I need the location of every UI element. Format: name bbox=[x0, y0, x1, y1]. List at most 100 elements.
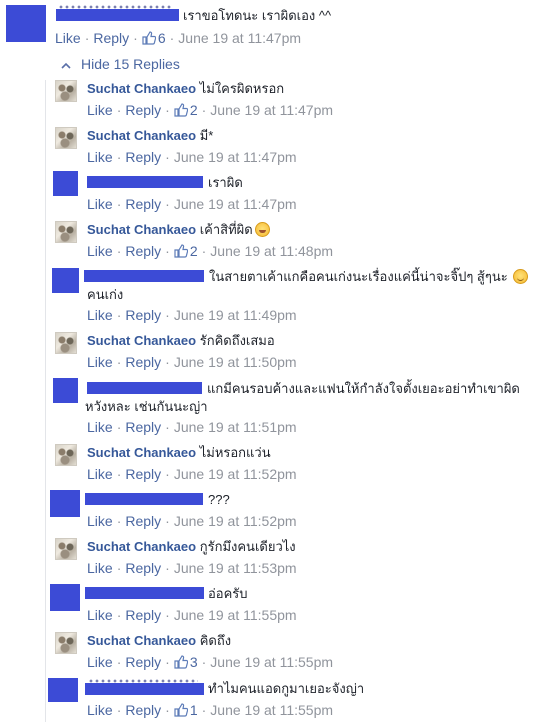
reply-body: Suchat Chankaeo ไม่หรอกแว่น bbox=[87, 444, 271, 461]
reply-button[interactable]: Reply bbox=[125, 101, 161, 119]
avatar[interactable] bbox=[50, 584, 80, 611]
reply-button[interactable]: Reply bbox=[125, 512, 161, 530]
like-button[interactable]: Like bbox=[87, 306, 113, 324]
redacted-author-name[interactable] bbox=[87, 176, 203, 188]
reply-button[interactable]: Reply bbox=[125, 465, 161, 483]
like-count[interactable]: 2 bbox=[190, 101, 198, 119]
timestamp[interactable]: June 19 at 11:55pm bbox=[210, 701, 333, 719]
reply-button[interactable]: Reply bbox=[125, 306, 161, 324]
like-button[interactable]: Like bbox=[87, 606, 113, 624]
like-button[interactable]: Like bbox=[87, 418, 113, 436]
avatar[interactable] bbox=[6, 5, 46, 42]
reply-button[interactable]: Reply bbox=[125, 653, 161, 671]
avatar[interactable] bbox=[55, 221, 77, 243]
timestamp[interactable]: June 19 at 11:53pm bbox=[174, 559, 297, 577]
reply-button[interactable]: Reply bbox=[125, 353, 161, 371]
timestamp[interactable]: June 19 at 11:47pm bbox=[174, 148, 297, 166]
timestamp[interactable]: June 19 at 11:55pm bbox=[174, 606, 297, 624]
comment-text: อ่อครับ bbox=[208, 586, 248, 601]
comment-text: เค้าสิที่ผิด bbox=[199, 222, 253, 237]
author-name[interactable]: Suchat Chankaeo bbox=[87, 445, 196, 460]
author-name[interactable]: Suchat Chankaeo bbox=[87, 128, 196, 143]
avatar[interactable] bbox=[52, 268, 79, 293]
redacted-author-name[interactable] bbox=[56, 9, 179, 21]
timestamp[interactable]: June 19 at 11:49pm bbox=[174, 306, 297, 324]
comment-meta: Like · Reply · 2 · June 19 at 11:47pm bbox=[87, 101, 334, 119]
comment-meta: Like · Reply · June 19 at 11:49pm bbox=[87, 306, 297, 324]
crying-face-emoji-icon bbox=[254, 222, 270, 237]
like-button[interactable]: Like bbox=[87, 465, 113, 483]
reply-body: Suchat Chankaeo ไม่ใครผิดหรอก bbox=[87, 80, 284, 97]
timestamp[interactable]: June 19 at 11:50pm bbox=[174, 353, 297, 371]
reply-button[interactable]: Reply bbox=[125, 418, 161, 436]
like-button[interactable]: Like bbox=[87, 701, 113, 719]
author-name[interactable]: Suchat Chankaeo bbox=[87, 633, 196, 648]
reply-button[interactable]: Reply bbox=[125, 559, 161, 577]
comment-text: เราขอโทดนะ เราผิดเอง ^^ bbox=[183, 8, 332, 23]
author-name[interactable]: Suchat Chankaeo bbox=[87, 333, 196, 348]
like-button[interactable]: Like bbox=[87, 653, 113, 671]
thread-line bbox=[45, 80, 46, 722]
like-count[interactable]: 3 bbox=[190, 653, 198, 671]
avatar[interactable] bbox=[55, 538, 77, 560]
author-name[interactable]: Suchat Chankaeo bbox=[87, 81, 196, 96]
avatar[interactable] bbox=[53, 378, 78, 403]
like-count[interactable]: 6 bbox=[158, 29, 166, 47]
like-count[interactable]: 2 bbox=[190, 242, 198, 260]
timestamp[interactable]: June 19 at 11:52pm bbox=[174, 512, 297, 530]
reply-button[interactable]: Reply bbox=[125, 195, 161, 213]
avatar[interactable] bbox=[50, 490, 80, 517]
redacted-author-name[interactable] bbox=[85, 587, 204, 599]
timestamp[interactable]: June 19 at 11:52pm bbox=[174, 465, 297, 483]
comment-text: ??? bbox=[208, 492, 230, 507]
timestamp[interactable]: June 19 at 11:47pm bbox=[210, 101, 333, 119]
timestamp[interactable]: June 19 at 11:51pm bbox=[174, 418, 297, 436]
comment-meta: Like · Reply · June 19 at 11:47pm bbox=[87, 195, 297, 213]
like-count[interactable]: 1 bbox=[190, 701, 198, 719]
author-name[interactable]: Suchat Chankaeo bbox=[87, 222, 196, 237]
author-name[interactable]: Suchat Chankaeo bbox=[87, 539, 196, 554]
reply-button[interactable]: Reply bbox=[125, 148, 161, 166]
redacted-author-name[interactable] bbox=[87, 382, 202, 394]
like-button[interactable]: Like bbox=[87, 512, 113, 530]
reply-body: Suchat Chankaeo เค้าสิที่ผิด bbox=[87, 221, 270, 238]
like-button[interactable]: Like bbox=[87, 101, 113, 119]
like-button[interactable]: Like bbox=[87, 195, 113, 213]
reply-button[interactable]: Reply bbox=[125, 606, 161, 624]
avatar[interactable] bbox=[55, 80, 77, 102]
avatar[interactable] bbox=[53, 171, 78, 196]
like-button[interactable]: Like bbox=[87, 242, 113, 260]
reply-button[interactable]: Reply bbox=[93, 29, 129, 47]
comment-text: ไม่ใครผิดหรอก bbox=[199, 81, 285, 96]
thumbs-up-icon bbox=[174, 703, 189, 717]
redacted-author-name[interactable] bbox=[84, 270, 204, 282]
like-button[interactable]: Like bbox=[87, 559, 113, 577]
redaction-residue bbox=[88, 679, 198, 683]
like-button[interactable]: Like bbox=[87, 353, 113, 371]
redacted-author-name[interactable] bbox=[85, 683, 204, 695]
comment-meta: Like · Reply · June 19 at 11:52pm bbox=[87, 512, 297, 530]
avatar[interactable] bbox=[55, 632, 77, 654]
comment-text: ในสายตาเค้าแกคือคนเก่งนะเรื่องแค่นี้น่าจ… bbox=[209, 268, 528, 285]
avatar[interactable] bbox=[55, 444, 77, 466]
timestamp[interactable]: June 19 at 11:47pm bbox=[174, 195, 297, 213]
timestamp[interactable]: June 19 at 11:47pm bbox=[178, 29, 301, 47]
like-button[interactable]: Like bbox=[55, 29, 81, 47]
reply-button[interactable]: Reply bbox=[125, 242, 161, 260]
avatar[interactable] bbox=[55, 127, 77, 149]
avatar[interactable] bbox=[48, 678, 78, 702]
hide-replies-link[interactable]: Hide 15 Replies bbox=[61, 55, 180, 75]
reply-button[interactable]: Reply bbox=[125, 701, 161, 719]
comment-meta: Like · Reply · June 19 at 11:53pm bbox=[87, 559, 297, 577]
comment-meta: Like · Reply · 6 · June 19 at 11:47pm bbox=[55, 29, 302, 47]
redacted-author-name[interactable] bbox=[85, 493, 203, 505]
reply-body: Suchat Chankaeo มี* bbox=[87, 127, 213, 144]
timestamp[interactable]: June 19 at 11:55pm bbox=[210, 653, 333, 671]
comment-meta: Like · Reply · 1 · June 19 at 11:55pm bbox=[87, 701, 334, 719]
like-button[interactable]: Like bbox=[87, 148, 113, 166]
comment-text: กูรักมึงคนเดียวไง bbox=[199, 539, 296, 554]
timestamp[interactable]: June 19 at 11:48pm bbox=[210, 242, 333, 260]
avatar[interactable] bbox=[55, 332, 77, 354]
smiling-face-emoji-icon bbox=[512, 269, 528, 284]
comment-meta: Like · Reply · 2 · June 19 at 11:48pm bbox=[87, 242, 334, 260]
